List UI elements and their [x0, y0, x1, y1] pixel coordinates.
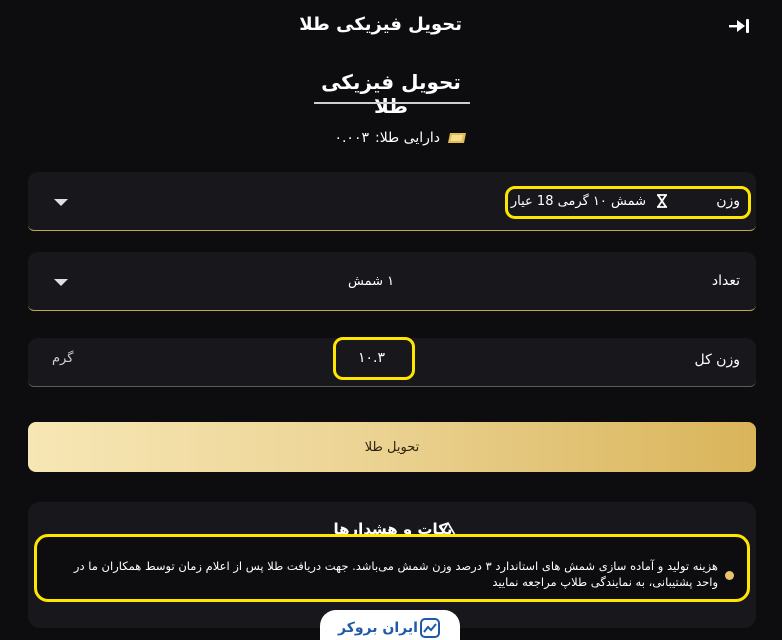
gold-bar-icon — [448, 133, 466, 143]
logout-icon[interactable] — [727, 16, 751, 36]
count-label: تعداد — [711, 273, 740, 289]
deliver-gold-button[interactable]: تحویل طلا — [28, 422, 756, 472]
chevron-down-icon[interactable] — [54, 279, 68, 286]
gold-balance: دارایی طلا: ۰.۰۰۳ — [318, 126, 468, 150]
top-bar: تحویل فیزیکی طلا — [0, 0, 782, 52]
balance-label: دارایی طلا: — [374, 130, 440, 146]
header-title: تحویل فیزیکی طلا — [299, 14, 462, 35]
total-weight-unit: گرم — [52, 351, 74, 366]
highlight-weight — [505, 186, 751, 219]
trend-icon — [420, 618, 440, 638]
bullet-dot — [725, 571, 734, 580]
balance-value: ۰.۰۰۳ — [334, 130, 369, 146]
page-title: تحویل فیزیکی طلا — [321, 70, 461, 118]
brand-text: ایران بروکر — [338, 620, 418, 636]
total-weight-label: وزن کل — [694, 352, 740, 368]
title-underline — [314, 102, 470, 104]
chevron-down-icon[interactable] — [54, 199, 68, 206]
note-item: هزینه تولید و آماده سازی شمش های استاندا… — [73, 559, 718, 589]
count-select[interactable]: تعداد ۱ شمش — [28, 252, 756, 311]
count-value: ۱ شمش — [348, 274, 395, 289]
highlight-total — [333, 337, 415, 380]
